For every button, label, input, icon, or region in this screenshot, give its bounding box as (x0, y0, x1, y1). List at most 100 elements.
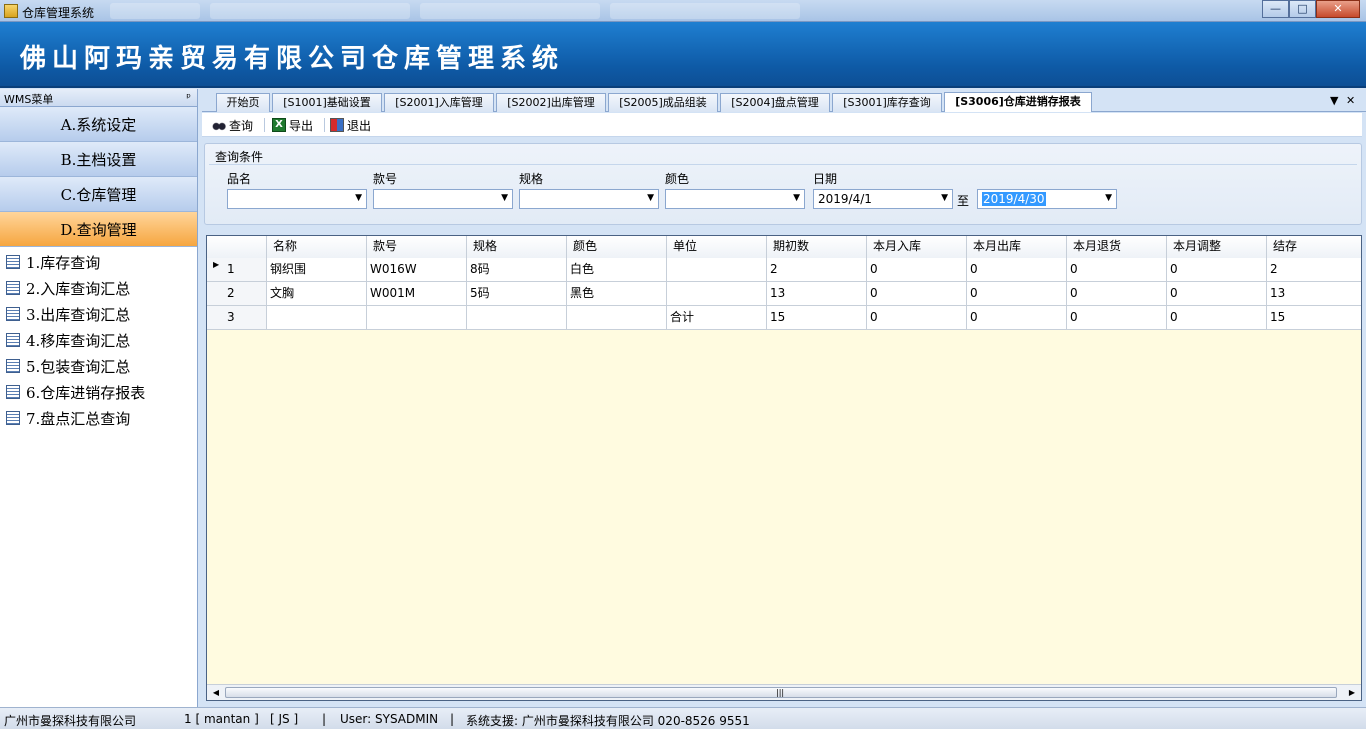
horizontal-scrollbar[interactable]: ◀ ||| ▶ (207, 684, 1361, 700)
table-cell-return[interactable]: 0 (1067, 306, 1167, 330)
column-header-out[interactable]: 本月出库 (967, 236, 1067, 258)
sidebar-group-system[interactable]: A.系统设定 (0, 107, 197, 142)
tab-s2004[interactable]: [S2004]盘点管理 (720, 93, 830, 112)
table-cell-adjust[interactable]: 0 (1167, 258, 1267, 282)
column-header-in[interactable]: 本月入库 (867, 236, 967, 258)
row-number[interactable]: 2 (207, 282, 267, 306)
sidebar-item-stocktake-summary[interactable]: 7.盘点汇总查询 (0, 405, 197, 431)
row-number[interactable]: 3 (207, 306, 267, 330)
tab-s3001[interactable]: [S3001]库存查询 (832, 93, 942, 112)
date-from-picker[interactable]: 2019/4/1 ▼ (813, 189, 953, 209)
sidebar-item-outbound-summary[interactable]: 3.出库查询汇总 (0, 301, 197, 327)
sidebar-item-label: 5.包装查询汇总 (26, 357, 131, 376)
chevron-down-icon: ▼ (941, 193, 948, 203)
taskbar-ghost-2 (210, 3, 410, 19)
table-cell-balance[interactable]: 15 (1267, 306, 1361, 330)
scroll-right-icon[interactable]: ▶ (1345, 686, 1359, 699)
table-cell-style[interactable] (367, 306, 467, 330)
chevron-down-icon: ▼ (355, 193, 362, 203)
tab-s2002[interactable]: [S2002]出库管理 (496, 93, 606, 112)
column-header-color[interactable]: 颜色 (567, 236, 667, 258)
sidebar-item-label: 7.盘点汇总查询 (26, 409, 131, 428)
chevron-down-icon[interactable]: ▼ (1330, 94, 1338, 107)
table-cell-color[interactable]: 黑色 (567, 282, 667, 306)
query-panel: 查询条件 品名 ▼ 款号 ▼ 规格 ▼ 颜色 ▼ 日期 2019/4/1 ▼ 至 (204, 143, 1362, 225)
table-cell-out[interactable]: 0 (967, 306, 1067, 330)
column-header-unit[interactable]: 单位 (667, 236, 767, 258)
table-cell-opening[interactable]: 15 (767, 306, 867, 330)
column-header-adjust[interactable]: 本月调整 (1167, 236, 1267, 258)
tab-s2005[interactable]: [S2005]成品组装 (608, 93, 718, 112)
table-cell-in[interactable]: 0 (867, 306, 967, 330)
minimize-button[interactable]: — (1262, 0, 1289, 18)
column-header-return[interactable]: 本月退货 (1067, 236, 1167, 258)
sidebar-group-master[interactable]: B.主档设置 (0, 142, 197, 177)
table-cell-in[interactable]: 0 (867, 258, 967, 282)
color-select[interactable]: ▼ (665, 189, 805, 209)
scroll-left-icon[interactable]: ◀ (209, 686, 223, 699)
column-header-name[interactable]: 名称 (267, 236, 367, 258)
table-cell-adjust[interactable]: 0 (1167, 306, 1267, 330)
table-cell-color[interactable]: 白色 (567, 258, 667, 282)
column-header-balance[interactable]: 结存 (1267, 236, 1361, 258)
exit-button[interactable]: 退出 (330, 117, 371, 133)
toolbar: 查询 X 导出 退出 (202, 113, 1362, 137)
report-grid[interactable]: 名称 款号 规格 颜色 单位 期初数 本月入库 本月出库 本月退货 本月调整 结存 1 ▶ 钢织围 W01… (206, 235, 1362, 701)
table-cell-spec[interactable] (467, 306, 567, 330)
date-to-picker[interactable]: 2019/4/30 ▼ (977, 189, 1117, 209)
style-select[interactable]: ▼ (373, 189, 513, 209)
table-cell-name[interactable] (267, 306, 367, 330)
sidebar-item-packing-summary[interactable]: 5.包装查询汇总 (0, 353, 197, 379)
table-cell-style[interactable]: W016W (367, 258, 467, 282)
exit-icon (330, 118, 344, 132)
table-cell-unit[interactable] (667, 258, 767, 282)
sidebar-item-transfer-summary[interactable]: 4.移库查询汇总 (0, 327, 197, 353)
style-label: 款号 (373, 172, 398, 186)
tab-start[interactable]: 开始页 (216, 93, 270, 112)
table-cell-opening[interactable]: 13 (767, 282, 867, 306)
table-cell-spec[interactable]: 5码 (467, 282, 567, 306)
close-button[interactable]: ✕ (1316, 0, 1360, 18)
chevron-down-icon: ▼ (1105, 193, 1112, 203)
table-cell-return[interactable]: 0 (1067, 258, 1167, 282)
table-cell-opening[interactable]: 2 (767, 258, 867, 282)
table-cell-unit[interactable] (667, 282, 767, 306)
product-select[interactable]: ▼ (227, 189, 367, 209)
table-cell-adjust[interactable]: 0 (1167, 282, 1267, 306)
column-header-spec[interactable]: 规格 (467, 236, 567, 258)
table-cell-name[interactable]: 钢织围 (267, 258, 367, 282)
sidebar-item-stock-query[interactable]: 1.库存查询 (0, 249, 197, 275)
table-cell-return[interactable]: 0 (1067, 282, 1167, 306)
query-button[interactable]: 查询 (212, 117, 253, 133)
table-cell-in[interactable]: 0 (867, 282, 967, 306)
sidebar-item-inventory-report[interactable]: 6.仓库进销存报表 (0, 379, 197, 405)
table-cell-balance[interactable]: 2 (1267, 258, 1361, 282)
table-cell-balance[interactable]: 13 (1267, 282, 1361, 306)
table-cell-out[interactable]: 0 (967, 282, 1067, 306)
table-cell-unit[interactable]: 合计 (667, 306, 767, 330)
export-button[interactable]: X 导出 (272, 117, 313, 133)
maximize-button[interactable]: □ (1289, 0, 1316, 18)
sidebar-item-inbound-summary[interactable]: 2.入库查询汇总 (0, 275, 197, 301)
spec-select[interactable]: ▼ (519, 189, 659, 209)
tab-s1001[interactable]: [S1001]基础设置 (272, 93, 382, 112)
tab-s2001[interactable]: [S2001]入库管理 (384, 93, 494, 112)
tab-s3006[interactable]: [S3006]仓库进销存报表 (944, 92, 1092, 112)
pin-icon[interactable]: ᵖ (186, 91, 191, 104)
column-header-opening[interactable]: 期初数 (767, 236, 867, 258)
column-header-style[interactable]: 款号 (367, 236, 467, 258)
sidebar-group-query[interactable]: D.查询管理 (0, 212, 197, 247)
document-icon (6, 359, 20, 373)
table-cell-name[interactable]: 文胸 (267, 282, 367, 306)
scroll-thumb[interactable]: ||| (225, 687, 1337, 698)
close-tab-icon[interactable]: ✕ (1346, 94, 1355, 107)
date-label: 日期 (813, 172, 838, 186)
table-cell-color[interactable] (567, 306, 667, 330)
sidebar-item-label: 2.入库查询汇总 (26, 279, 131, 298)
table-cell-out[interactable]: 0 (967, 258, 1067, 282)
export-label: 导出 (289, 118, 314, 133)
table-cell-spec[interactable]: 8码 (467, 258, 567, 282)
document-icon (6, 333, 20, 347)
sidebar-group-warehouse[interactable]: C.仓库管理 (0, 177, 197, 212)
table-cell-style[interactable]: W001M (367, 282, 467, 306)
